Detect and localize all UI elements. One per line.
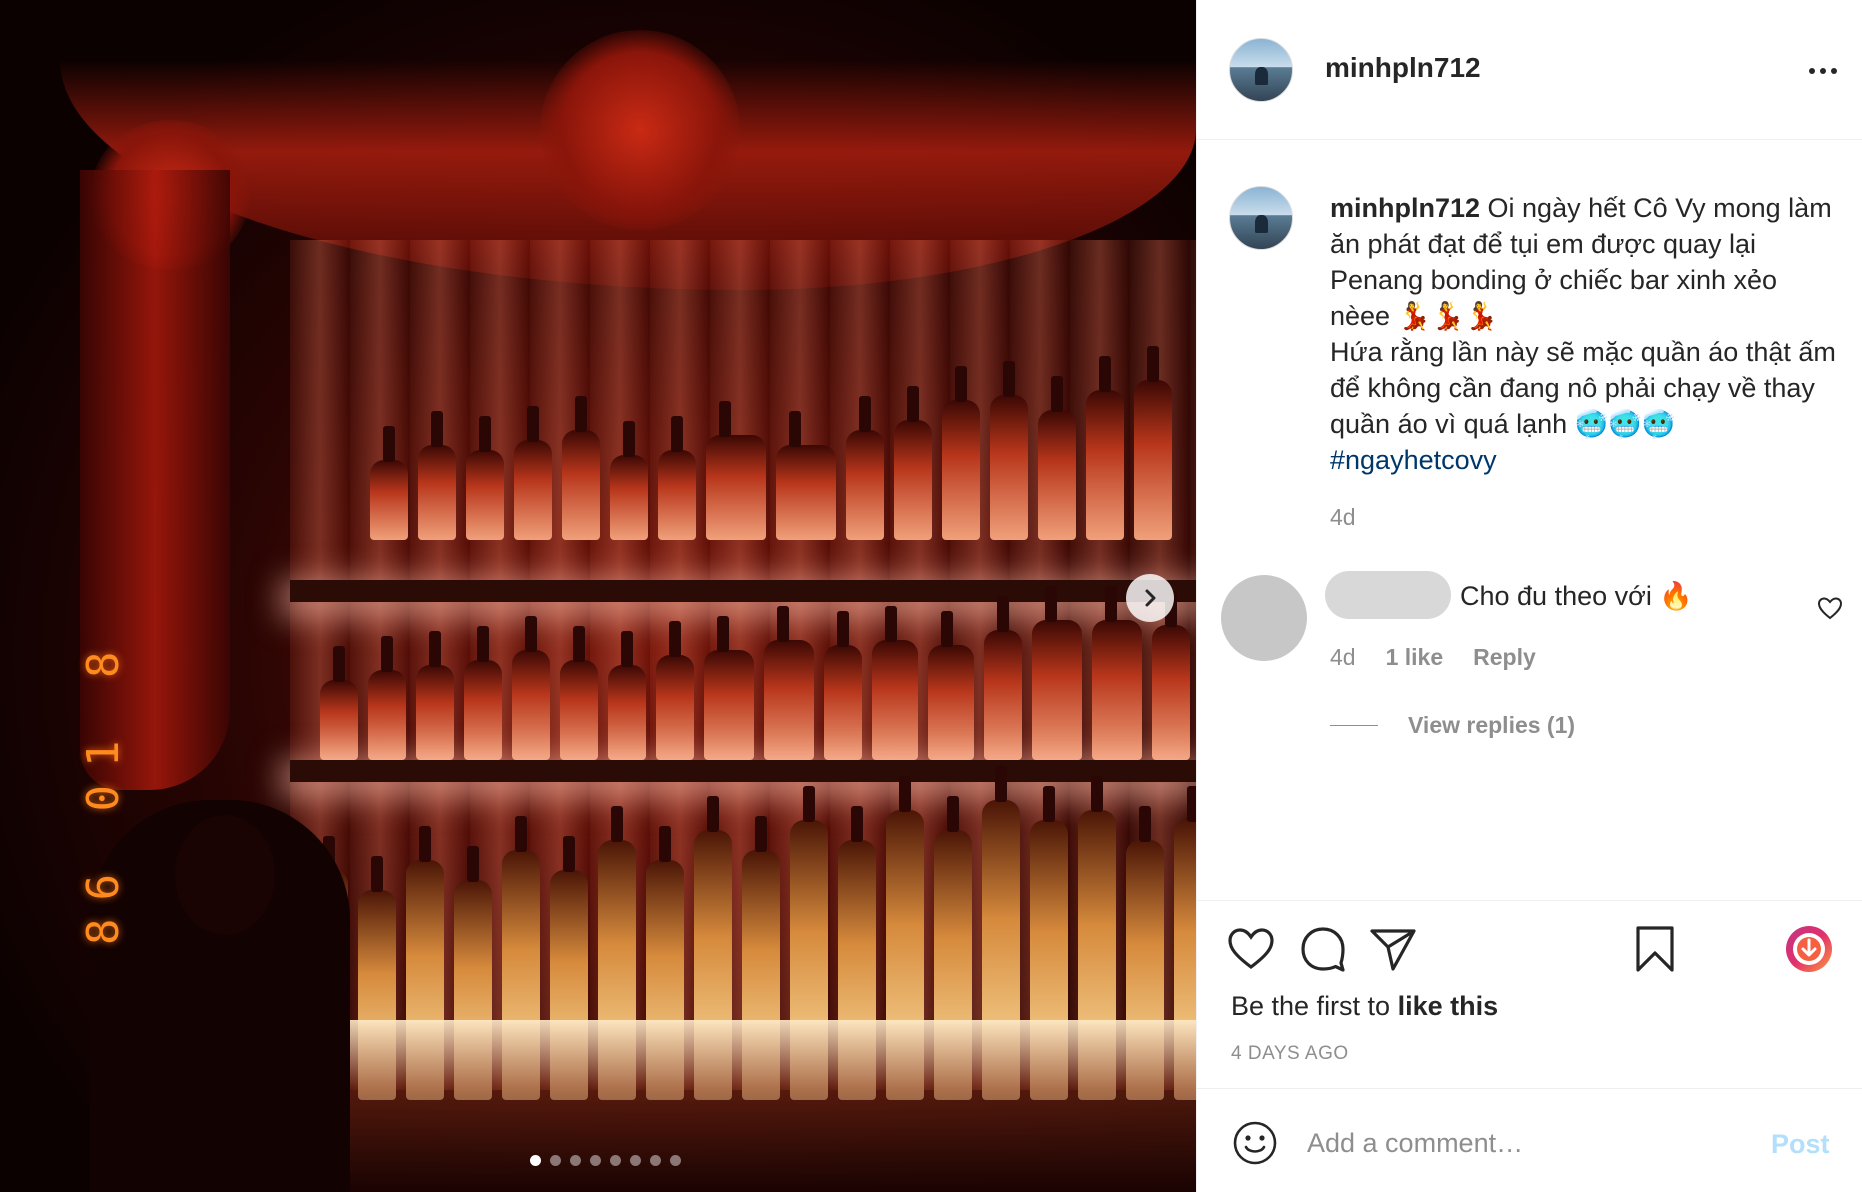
caption-avatar[interactable] xyxy=(1229,186,1293,250)
photo-rosette xyxy=(540,30,740,230)
share-button[interactable] xyxy=(1367,923,1419,975)
comment-button[interactable] xyxy=(1297,923,1349,975)
commenter-username-redacted[interactable] xyxy=(1325,571,1451,619)
carousel-dot[interactable] xyxy=(550,1155,561,1166)
comment-meta: 4d 1 like Reply xyxy=(1330,644,1536,671)
comment-text: Cho đu theo với 🔥 xyxy=(1460,581,1693,611)
heart-outline-icon[interactable] xyxy=(1817,596,1843,620)
caption-hashtag-link[interactable]: #ngayhetcovy xyxy=(1330,442,1840,478)
post-timestamp[interactable]: 4 DAYS AGO xyxy=(1231,1043,1349,1065)
photo-datestamp: 86 01 8 xyxy=(78,633,129,945)
post-photo[interactable]: 86 01 8 xyxy=(0,0,1196,1192)
caption-timestamp[interactable]: 4d xyxy=(1330,504,1356,531)
likes-summary-prefix: Be the first to xyxy=(1231,991,1398,1021)
carousel-dot[interactable] xyxy=(530,1155,541,1166)
next-photo-button[interactable] xyxy=(1126,574,1174,622)
carousel-indicator xyxy=(530,1155,681,1166)
emoji-button[interactable] xyxy=(1231,1119,1279,1167)
photo-bar-counter xyxy=(290,1020,1196,1192)
bookmark-icon xyxy=(1636,926,1674,972)
post-caption: minhpln712 Oi ngày hết Cô Vy mong làm ăn… xyxy=(1330,190,1840,478)
post-author-username[interactable]: minhpln712 xyxy=(1325,52,1481,84)
post-details-panel: minhpln712 minhpln712 Oi ngày hết Cô Vy … xyxy=(1196,0,1862,1192)
carousel-dot[interactable] xyxy=(670,1155,681,1166)
post-comment-button[interactable]: Post xyxy=(1771,1129,1830,1160)
view-replies-button[interactable]: View replies (1) xyxy=(1330,712,1575,739)
likes-summary: Be the first to like this xyxy=(1231,991,1498,1022)
save-button[interactable] xyxy=(1629,923,1681,975)
more-horizontal-icon[interactable] xyxy=(1803,56,1843,86)
instagram-post-page: 86 01 8 minhpln712 minhpln712 Oi ngày hế… xyxy=(0,0,1862,1192)
post-header: minhpln712 xyxy=(1197,0,1862,140)
commenter-avatar[interactable] xyxy=(1221,575,1307,661)
carousel-dot[interactable] xyxy=(650,1155,661,1166)
caption-text-part2: Hứa rằng lần này sẽ mặc quần áo thật ấm … xyxy=(1330,337,1836,439)
like-this-link[interactable]: like this xyxy=(1398,991,1499,1021)
comment-likes-count[interactable]: 1 like xyxy=(1386,644,1444,671)
download-button[interactable] xyxy=(1783,923,1835,975)
comment-reply-button[interactable]: Reply xyxy=(1473,644,1536,671)
photo-shelf-top xyxy=(290,580,1196,602)
caption-username[interactable]: minhpln712 xyxy=(1330,193,1480,223)
carousel-dot[interactable] xyxy=(570,1155,581,1166)
download-circle-icon xyxy=(1786,926,1832,972)
like-button[interactable] xyxy=(1225,923,1277,975)
add-comment-bar: Post xyxy=(1197,1088,1862,1192)
carousel-dot[interactable] xyxy=(630,1155,641,1166)
photo-bartender-head xyxy=(175,815,275,935)
carousel-dot[interactable] xyxy=(590,1155,601,1166)
replies-divider-line xyxy=(1330,725,1378,726)
paper-plane-icon xyxy=(1370,929,1416,971)
post-actions: Be the first to like this 4 DAYS AGO xyxy=(1197,900,1862,1090)
bottle-row-top xyxy=(370,346,1172,540)
heart-outline-icon xyxy=(1228,928,1274,970)
avatar[interactable] xyxy=(1229,38,1293,102)
bottle-row-middle xyxy=(320,586,1190,760)
photo-shelf-middle xyxy=(290,760,1196,782)
carousel-dot[interactable] xyxy=(610,1155,621,1166)
view-replies-label: View replies (1) xyxy=(1408,712,1576,738)
comment-input[interactable] xyxy=(1307,1119,1767,1167)
comment-timestamp[interactable]: 4d xyxy=(1330,644,1356,671)
comment-bubble-icon xyxy=(1301,927,1345,972)
chevron-right-icon xyxy=(1145,589,1156,607)
smiley-icon xyxy=(1233,1121,1277,1165)
